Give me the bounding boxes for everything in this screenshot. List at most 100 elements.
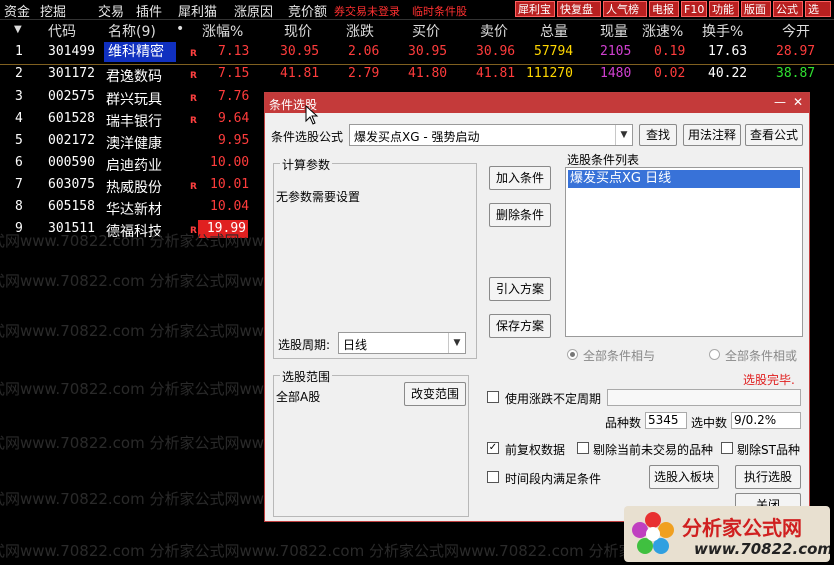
usage-notes-button[interactable]: 用法注释 <box>683 124 741 146</box>
change-pct: 7.15 <box>218 66 250 81</box>
timerange-label[interactable]: 时间段内满足条件 <box>505 470 601 487</box>
turnover: 17.63 <box>708 44 748 59</box>
period-label: 选股周期: <box>278 338 331 352</box>
execute-select-button[interactable]: 执行选股 <box>735 465 801 489</box>
unfixed-period-field[interactable] <box>607 389 801 406</box>
add-to-block-button[interactable]: 选股入板块 <box>649 465 719 489</box>
row-index: 1 <box>15 44 23 59</box>
table-row[interactable]: 1 301499 维科精密 R 7.13 30.95 2.06 30.95 30… <box>0 42 834 64</box>
menu-plugin[interactable]: 插件 <box>136 1 162 20</box>
col-cur-vol[interactable]: 现量 <box>600 21 628 41</box>
temp-condition-stocks[interactable]: 临时条件股 <box>412 3 467 19</box>
params-group: 计算参数 无参数需要设置 选股周期: 日线 ▼ <box>273 156 477 359</box>
col-bid[interactable]: 买价 <box>412 21 440 41</box>
import-scheme-button[interactable]: 引入方案 <box>489 277 551 301</box>
chevron-down-icon[interactable]: ▼ <box>615 125 632 145</box>
menu-capital[interactable]: 资金 <box>4 1 30 20</box>
col-ask[interactable]: 卖价 <box>480 21 508 41</box>
list-item[interactable]: 爆发买点XG 日线 <box>568 170 800 188</box>
layout-button[interactable]: 版面 <box>741 1 771 17</box>
col-price[interactable]: 现价 <box>284 21 312 41</box>
col-open[interactable]: 今开 <box>782 21 810 41</box>
sort-marker[interactable]: ▼ <box>14 24 22 35</box>
menu-rise-reason[interactable]: 涨原因 <box>234 1 273 20</box>
close-icon[interactable]: ✕ <box>791 95 805 109</box>
menu-auction[interactable]: 竞价额 <box>288 1 327 20</box>
table-row[interactable]: 2 301172 君逸数码 R 7.15 41.81 2.79 41.80 41… <box>0 64 834 86</box>
menu-trade[interactable]: 交易 <box>98 1 124 20</box>
forward-adjust-label[interactable]: 前复权数据 <box>505 441 565 458</box>
range-group: 选股范围 全部A股 改变范围 <box>273 368 469 517</box>
formula-select[interactable]: 爆发买点XG - 强势启动 ▼ <box>349 124 633 146</box>
stock-name: 群兴玩具 <box>106 92 162 108</box>
menu-mining[interactable]: 挖掘 <box>40 1 66 20</box>
change-pct: 10.04 <box>210 199 250 214</box>
xilibao-button[interactable]: 犀利宝 <box>515 1 555 17</box>
radio-all-and-label[interactable]: 全部条件相与 <box>583 347 655 364</box>
telegraph-button[interactable]: 电报 <box>649 1 679 17</box>
col-name[interactable]: 名称(9) <box>108 21 156 41</box>
condition-list[interactable]: 爆发买点XG 日线 <box>565 167 803 337</box>
row-index: 7 <box>15 177 23 192</box>
stock-name: 澳洋健康 <box>106 136 162 152</box>
formula-button[interactable]: 公式 <box>773 1 803 17</box>
change-range-button[interactable]: 改变范围 <box>404 382 466 406</box>
col-change[interactable]: 涨跌 <box>346 21 374 41</box>
volume: 111270 <box>526 66 573 81</box>
exclude-untraded-checkbox[interactable] <box>577 442 589 454</box>
range-group-title: 选股范围 <box>280 368 333 385</box>
col-code[interactable]: 代码 <box>48 21 76 41</box>
add-condition-button[interactable]: 加入条件 <box>489 166 551 190</box>
select-button[interactable]: 选 <box>805 1 831 17</box>
turnover: 40.22 <box>708 66 748 81</box>
radio-all-or-label[interactable]: 全部条件相或 <box>725 347 797 364</box>
view-formula-button[interactable]: 查看公式 <box>745 124 803 146</box>
condition-list-label: 选股条件列表 <box>567 153 640 167</box>
row-index: 8 <box>15 199 23 214</box>
trade-login-warning[interactable]: 券交易未登录 <box>334 3 400 19</box>
quick-review-button[interactable]: 快复盘 <box>557 1 601 17</box>
forward-adjust-checkbox[interactable]: ✓ <box>487 442 499 454</box>
chevron-down-icon[interactable]: ▼ <box>448 333 465 353</box>
unfixed-period-checkbox[interactable] <box>487 391 499 403</box>
exclude-st-label[interactable]: 剔除ST品种 <box>737 441 800 458</box>
period-select[interactable]: 日线 ▼ <box>338 332 466 354</box>
change: 2.06 <box>348 44 380 59</box>
row-index: 3 <box>15 89 23 104</box>
mouse-cursor-icon <box>305 105 319 125</box>
col-turnover[interactable]: 换手% <box>702 21 743 41</box>
function-button[interactable]: 功能 <box>709 1 739 17</box>
delete-condition-button[interactable]: 删除条件 <box>489 203 551 227</box>
exclude-untraded-label[interactable]: 剔除当前未交易的品种 <box>593 441 713 458</box>
stock-code: 601528 <box>48 111 95 126</box>
save-scheme-button[interactable]: 保存方案 <box>489 314 551 338</box>
radio-all-and[interactable] <box>567 349 578 360</box>
row-index: 5 <box>15 133 23 148</box>
bid-price: 30.95 <box>408 44 448 59</box>
unfixed-period-label[interactable]: 使用涨跌不定周期 <box>505 390 601 407</box>
speed: 0.02 <box>654 66 686 81</box>
r-tag: R <box>190 71 197 81</box>
radio-all-or[interactable] <box>709 349 720 360</box>
open-price: 28.97 <box>776 44 816 59</box>
col-change-pct[interactable]: 涨幅% <box>202 21 243 41</box>
stock-name: 启迪药业 <box>106 158 162 174</box>
change: 2.79 <box>348 66 380 81</box>
minimize-icon[interactable]: — <box>773 95 787 109</box>
exclude-st-checkbox[interactable] <box>721 442 733 454</box>
stock-name: 德福科技 <box>106 224 162 240</box>
top-menubar: 资金 挖掘 交易 插件 犀利猫 涨原因 竞价额 券交易未登录 临时条件股 犀利宝… <box>0 0 834 20</box>
find-button[interactable]: 查找 <box>639 124 677 146</box>
menu-xilimao[interactable]: 犀利猫 <box>178 1 217 20</box>
col-speed[interactable]: 涨速% <box>642 21 683 41</box>
f10-button[interactable]: F10 <box>681 1 707 17</box>
col-volume[interactable]: 总量 <box>540 21 568 41</box>
dialog-titlebar[interactable]: 条件选股 — ✕ <box>265 93 809 113</box>
col-dot: • <box>176 21 185 37</box>
timerange-checkbox[interactable] <box>487 471 499 483</box>
count-label: 品种数 <box>605 416 642 430</box>
r-tag: R <box>190 182 197 192</box>
popularity-button[interactable]: 人气榜 <box>603 1 647 17</box>
row-index: 2 <box>15 66 23 81</box>
r-tag: R <box>190 94 197 104</box>
